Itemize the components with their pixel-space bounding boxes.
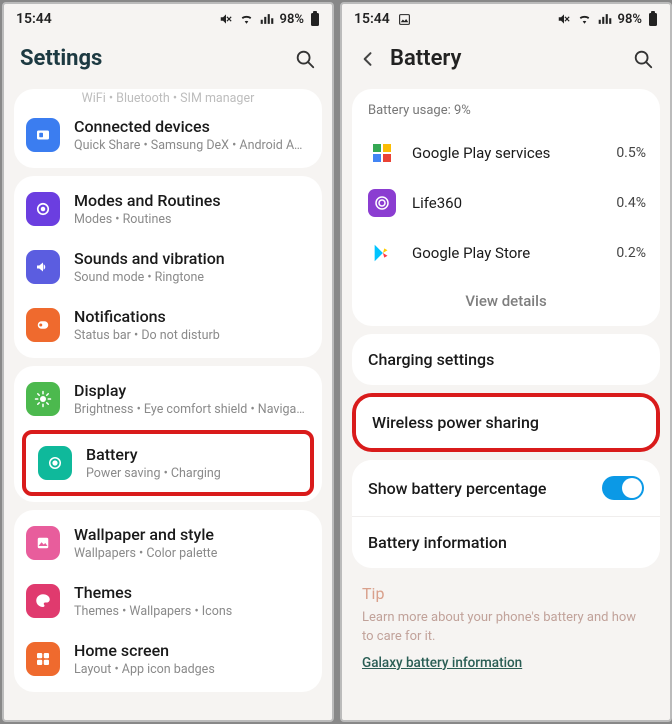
status-left: 15:44	[354, 11, 411, 27]
tip-block: Tip Learn more about your phone's batter…	[362, 584, 650, 671]
settings-screen: 15:44 98% Settings WiFi • Bluetooth • SI…	[2, 2, 334, 722]
status-bar: 15:44 98%	[4, 4, 332, 34]
view-details-link[interactable]: View details	[352, 278, 660, 326]
settings-item-home[interactable]: Home screen Layout • App icon badges	[14, 630, 322, 688]
app-usage-pct: 0.4%	[616, 195, 646, 211]
battery-usage-card: Battery usage: 9% Google Play services 0…	[352, 89, 660, 326]
app-usage-pct: 0.2%	[616, 245, 646, 261]
page-title: Settings	[20, 46, 294, 71]
app-usage-play-store[interactable]: Google Play Store 0.2%	[352, 228, 660, 278]
settings-item-display[interactable]: Display Brightness • Eye comfort shield …	[14, 370, 322, 428]
settings-group-2: Modes and Routines Modes • Routines Soun…	[14, 176, 322, 358]
battery-screen: 15:44 98% Battery	[340, 2, 672, 722]
settings-item-modes[interactable]: Modes and Routines Modes • Routines	[14, 180, 322, 238]
home-icon	[26, 642, 60, 676]
signal-icon	[260, 13, 274, 25]
settings-item-notifications[interactable]: Notifications Status bar • Do not distur…	[14, 296, 322, 354]
wireless-power-sharing-row[interactable]: Wireless power sharing	[356, 397, 656, 448]
settings-item-sounds[interactable]: Sounds and vibration Sound mode • Ringto…	[14, 238, 322, 296]
battery-header: Battery	[342, 34, 670, 85]
search-icon[interactable]	[294, 48, 316, 70]
screenshot-icon	[398, 13, 411, 26]
mute-icon	[557, 12, 571, 26]
mute-icon	[219, 12, 233, 26]
app-usage-pct: 0.5%	[616, 145, 646, 161]
connected-devices-icon	[26, 118, 60, 152]
settings-group-1: WiFi • Bluetooth • SIM manager Connected…	[14, 89, 322, 168]
play-store-icon	[368, 239, 396, 267]
battery-icon	[648, 11, 658, 27]
battery-usage-label: Battery usage: 9%	[352, 89, 660, 128]
settings-item-themes[interactable]: Themes Themes • Wallpapers • Icons	[14, 572, 322, 630]
page-title: Battery	[390, 46, 632, 71]
tip-link[interactable]: Galaxy battery information	[362, 655, 522, 671]
clipped-item-sub: WiFi • Bluetooth • SIM manager	[14, 91, 322, 106]
back-icon[interactable]	[358, 49, 378, 69]
battery-pct: 98%	[618, 12, 642, 27]
search-icon[interactable]	[632, 48, 654, 70]
show-battery-pct-row[interactable]: Show battery percentage	[352, 460, 660, 517]
wifi-icon	[577, 13, 592, 25]
settings-item-battery[interactable]: Battery Power saving • Charging	[22, 430, 314, 496]
signal-icon	[598, 13, 612, 25]
settings-item-connected-devices[interactable]: Connected devices Quick Share • Samsung …	[14, 106, 322, 164]
show-pct-toggle[interactable]	[602, 476, 644, 500]
wallpaper-icon	[26, 526, 60, 560]
battery-options-group: Show battery percentage Battery informat…	[352, 460, 660, 568]
settings-item-wallpaper[interactable]: Wallpaper and style Wallpapers • Color p…	[14, 514, 322, 572]
status-right: 98%	[557, 11, 658, 27]
sounds-icon	[26, 250, 60, 284]
settings-group-3: Display Brightness • Eye comfort shield …	[14, 366, 322, 502]
life360-icon	[368, 189, 396, 217]
charging-settings-row[interactable]: Charging settings	[352, 334, 660, 385]
display-icon	[26, 382, 60, 416]
battery-icon	[38, 446, 72, 480]
battery-icon	[310, 11, 320, 27]
settings-header: Settings	[4, 34, 332, 85]
status-time: 15:44	[16, 11, 52, 27]
status-right: 98%	[219, 11, 320, 27]
app-usage-life360[interactable]: Life360 0.4%	[352, 178, 660, 228]
battery-pct: 98%	[280, 12, 304, 27]
tip-title: Tip	[362, 584, 650, 603]
play-services-icon	[368, 139, 396, 167]
wifi-icon	[239, 13, 254, 25]
status-time: 15:44	[354, 11, 390, 27]
settings-group-4: Wallpaper and style Wallpapers • Color p…	[14, 510, 322, 692]
battery-information-row[interactable]: Battery information	[352, 517, 660, 568]
app-usage-play-services[interactable]: Google Play services 0.5%	[352, 128, 660, 178]
themes-icon	[26, 584, 60, 618]
notifications-icon	[26, 308, 60, 342]
modes-icon	[26, 192, 60, 226]
status-bar: 15:44 98%	[342, 4, 670, 34]
tip-body: Learn more about your phone's battery an…	[362, 609, 650, 647]
item-text: Connected devices Quick Share • Samsung …	[74, 117, 308, 153]
wireless-power-sharing-highlight: Wireless power sharing	[352, 393, 660, 452]
